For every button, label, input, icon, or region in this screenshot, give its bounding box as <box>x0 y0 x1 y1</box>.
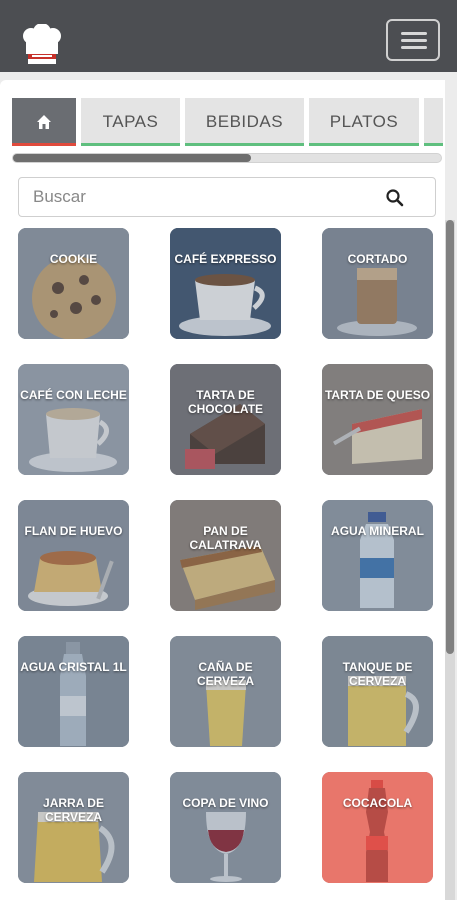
product-label: TANQUE DE CERVEZA <box>342 660 413 688</box>
product-tile[interactable]: TARTA DE QUESO <box>322 364 433 475</box>
search-box <box>18 177 436 217</box>
product-label: JARRA DE CERVEZA <box>43 796 104 824</box>
hamburger-bar <box>401 46 427 49</box>
product-tile[interactable]: COPA DE VINO <box>170 772 281 883</box>
product-tile[interactable]: CAFÉ EXPRESSO <box>170 228 281 339</box>
product-tile[interactable]: JARRA DE CERVEZA <box>18 772 129 883</box>
tile-overlay <box>170 772 281 883</box>
product-label: COOKIE <box>49 252 98 266</box>
tile-overlay <box>170 636 281 747</box>
product-label: AGUA MINERAL <box>331 524 424 538</box>
product-label: CORTADO <box>347 252 408 266</box>
product-label: TARTA DE CHOCOLATE <box>187 388 264 416</box>
product-tile[interactable]: CORTADO <box>322 228 433 339</box>
tile-overlay <box>322 364 433 475</box>
tile-overlay <box>170 228 281 339</box>
product-label: COPA DE VINO <box>182 796 269 810</box>
product-label: CAFÉ CON LECHE <box>20 388 127 402</box>
product-label: TARTA DE QUESO <box>324 388 431 402</box>
highlight-overlay <box>322 772 433 883</box>
tile-overlay <box>322 636 433 747</box>
product-tile[interactable]: CAFÉ CON LECHE <box>18 364 129 475</box>
top-bar <box>0 0 457 72</box>
product-label: PAN DE CALATRAVA <box>189 524 262 552</box>
tabs-scrollbar[interactable] <box>12 153 442 163</box>
product-tile[interactable]: TANQUE DE CERVEZA <box>322 636 433 747</box>
product-label: AGUA CRISTAL 1L <box>20 660 127 674</box>
product-tile[interactable]: COOKIE <box>18 228 129 339</box>
search-icon[interactable] <box>385 188 405 208</box>
tab-home[interactable] <box>12 98 76 146</box>
page-scroll-thumb[interactable] <box>446 220 454 654</box>
product-tile[interactable]: AGUA CRISTAL 1L <box>18 636 129 747</box>
tile-overlay <box>18 228 129 339</box>
tile-overlay <box>18 772 129 883</box>
product-tile[interactable]: COCACOLA <box>322 772 433 883</box>
tab-platos[interactable]: PLATOS <box>309 98 419 146</box>
home-icon <box>37 115 51 129</box>
tile-overlay <box>170 364 281 475</box>
product-tile[interactable]: PAN DE CALATRAVA <box>170 500 281 611</box>
product-label: FLAN DE HUEVO <box>24 524 123 538</box>
tile-overlay <box>18 636 129 747</box>
page-scrollbar[interactable] <box>445 220 455 900</box>
category-tabs: TAPAS BEBIDAS PLATOS <box>12 98 443 148</box>
tile-overlay <box>322 228 433 339</box>
product-label: CAÑA DE CERVEZA <box>196 660 255 688</box>
tab-bebidas[interactable]: BEBIDAS <box>185 98 304 146</box>
hamburger-bar <box>401 39 427 42</box>
search-input[interactable] <box>33 184 373 210</box>
product-tile[interactable]: FLAN DE HUEVO <box>18 500 129 611</box>
product-label: CAFÉ EXPRESSO <box>174 252 277 266</box>
hamburger-icon <box>401 32 427 35</box>
product-label: COCACOLA <box>342 796 413 810</box>
product-tile[interactable]: AGUA MINERAL <box>322 500 433 611</box>
tabs-scroll-thumb[interactable] <box>13 154 251 162</box>
tile-overlay <box>18 500 129 611</box>
tab-next[interactable] <box>424 98 443 146</box>
tab-tapas[interactable]: TAPAS <box>81 98 180 146</box>
product-tile[interactable]: TARTA DE CHOCOLATE <box>170 364 281 475</box>
product-tile[interactable]: CAÑA DE CERVEZA <box>170 636 281 747</box>
tile-overlay <box>170 500 281 611</box>
chef-hat-icon[interactable] <box>20 24 64 68</box>
menu-button[interactable] <box>386 19 440 61</box>
tile-overlay <box>322 500 433 611</box>
tile-overlay <box>18 364 129 475</box>
